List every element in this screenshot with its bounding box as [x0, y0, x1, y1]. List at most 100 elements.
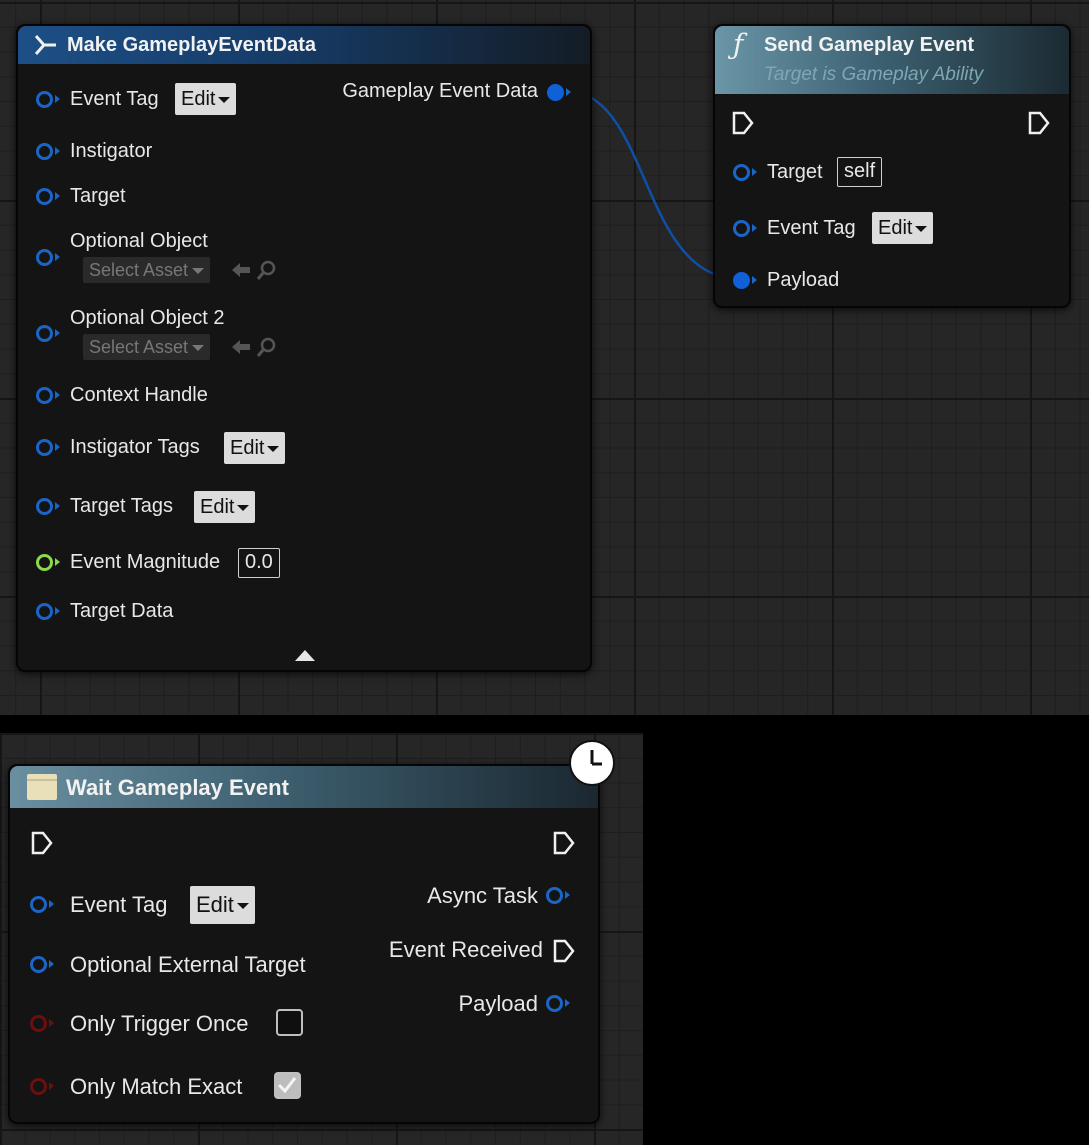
target-label: Target	[767, 161, 823, 183]
node-title: Make GameplayEventData	[67, 34, 317, 56]
pin-arrow	[752, 276, 757, 284]
make-struct-icon	[34, 35, 56, 55]
use-selected-asset-icon[interactable]	[230, 260, 252, 280]
pin-arrow	[55, 253, 60, 261]
target-pin[interactable]	[36, 188, 53, 205]
target-data-pin[interactable]	[36, 603, 53, 620]
event-tag-pin[interactable]	[30, 896, 47, 913]
context-handle-pin[interactable]	[36, 387, 53, 404]
edit-label: Edit	[878, 217, 913, 239]
node-subtitle: Target is Gameplay Ability	[764, 64, 984, 85]
node-title: Wait Gameplay Event	[66, 775, 289, 800]
exec-out-pin[interactable]	[552, 830, 576, 856]
event-tag-label: Event Tag	[70, 88, 159, 110]
collapse-arrow-icon[interactable]	[294, 648, 316, 662]
instigator-tags-pin[interactable]	[36, 439, 53, 456]
event-magnitude-pin[interactable]	[36, 554, 53, 571]
payload-pin[interactable]	[546, 995, 563, 1012]
instigator-pin[interactable]	[36, 143, 53, 160]
event-received-label: Event Received	[388, 937, 543, 962]
payload-pin[interactable]	[733, 272, 750, 289]
pin-arrow	[55, 391, 60, 399]
function-icon: ƒ	[733, 28, 744, 61]
pin-arrow	[55, 502, 60, 510]
select-asset-label: Select Asset	[89, 260, 189, 280]
caret-down-icon	[267, 445, 280, 452]
edit-label: Edit	[200, 496, 235, 518]
only-match-exact-checkbox[interactable]	[274, 1072, 301, 1099]
browse-asset-icon[interactable]	[256, 336, 278, 358]
caret-down-icon	[192, 345, 205, 352]
exec-in-pin[interactable]	[30, 830, 54, 856]
caret-down-icon	[218, 96, 231, 103]
target-pin[interactable]	[733, 164, 750, 181]
pin-arrow	[566, 88, 571, 96]
target-tags-edit-dropdown[interactable]: Edit	[194, 491, 256, 523]
browse-asset-icon[interactable]	[256, 259, 278, 281]
pin-arrow	[49, 1082, 54, 1090]
send-gameplay-event-node[interactable]: ƒ Send Gameplay Event Target is Gameplay…	[713, 24, 1071, 308]
make-gameplay-event-data-node[interactable]: Make GameplayEventData Gameplay Event Da…	[16, 24, 592, 672]
only-trigger-once-checkbox[interactable]	[276, 1009, 303, 1036]
async-task-label: Async Task	[427, 883, 538, 908]
pin-arrow	[55, 558, 60, 566]
payload-label: Payload	[458, 991, 538, 1016]
instigator-tags-label: Instigator Tags	[70, 436, 200, 458]
async-task-icon	[27, 774, 57, 800]
optional-external-target-label: Optional External Target	[70, 952, 306, 977]
context-handle-label: Context Handle	[70, 384, 208, 406]
event-tag-pin[interactable]	[36, 91, 53, 108]
optional-external-target-pin[interactable]	[30, 956, 47, 973]
instigator-tags-edit-dropdown[interactable]: Edit	[224, 432, 286, 464]
checkmark-icon	[277, 1077, 297, 1094]
wait-gameplay-event-node[interactable]: Wait Gameplay Event Event Tag Edit Optio…	[8, 764, 600, 1124]
only-trigger-once-label: Only Trigger Once	[70, 1011, 249, 1036]
target-label: Target	[70, 185, 126, 207]
event-tag-edit-dropdown[interactable]: Edit	[190, 886, 255, 924]
pin-arrow	[55, 147, 60, 155]
pin-arrow	[565, 891, 570, 899]
caret-down-icon	[237, 504, 250, 511]
only-match-exact-label: Only Match Exact	[70, 1074, 243, 1099]
caret-down-icon	[236, 903, 249, 910]
event-tag-edit-dropdown[interactable]: Edit	[872, 212, 934, 244]
target-data-label: Target Data	[70, 600, 174, 622]
pin-arrow	[752, 168, 757, 176]
event-tag-label: Event Tag	[767, 217, 856, 239]
edit-label: Edit	[196, 892, 234, 917]
pin-arrow	[55, 329, 60, 337]
instigator-label: Instigator	[70, 140, 153, 162]
gameplay-event-data-output-pin[interactable]	[547, 84, 564, 101]
event-tag-edit-dropdown[interactable]: Edit	[175, 83, 237, 115]
event-received-exec-pin[interactable]	[552, 938, 576, 964]
only-match-exact-pin[interactable]	[30, 1078, 47, 1095]
pin-arrow	[55, 607, 60, 615]
event-magnitude-input[interactable]: 0.0	[238, 548, 280, 578]
use-selected-asset-icon[interactable]	[230, 337, 252, 357]
event-tag-label: Event Tag	[70, 892, 168, 917]
optional-object-2-pin[interactable]	[36, 325, 53, 342]
exec-in-pin[interactable]	[731, 110, 755, 136]
exec-out-pin[interactable]	[1027, 110, 1051, 136]
target-tags-label: Target Tags	[70, 495, 174, 517]
target-self-value[interactable]: self	[837, 157, 883, 187]
async-task-pin[interactable]	[546, 887, 563, 904]
pin-arrow	[49, 900, 54, 908]
edit-label: Edit	[230, 437, 265, 459]
select-asset-label: Select Asset	[89, 337, 189, 357]
optional-object-pin[interactable]	[36, 249, 53, 266]
clock-icon	[569, 740, 615, 786]
edit-label: Edit	[181, 88, 216, 110]
optional-object-label: Optional Object	[70, 230, 208, 252]
optional-object-asset-picker[interactable]: Select Asset	[83, 257, 211, 283]
pin-arrow	[49, 1019, 54, 1027]
target-tags-pin[interactable]	[36, 498, 53, 515]
pin-arrow	[565, 999, 570, 1007]
optional-object-2-asset-picker[interactable]: Select Asset	[83, 334, 211, 360]
caret-down-icon	[915, 225, 928, 232]
pin-arrow	[49, 960, 54, 968]
only-trigger-once-pin[interactable]	[30, 1015, 47, 1032]
event-tag-pin[interactable]	[733, 220, 750, 237]
pin-arrow	[752, 224, 757, 232]
pin-arrow	[55, 443, 60, 451]
